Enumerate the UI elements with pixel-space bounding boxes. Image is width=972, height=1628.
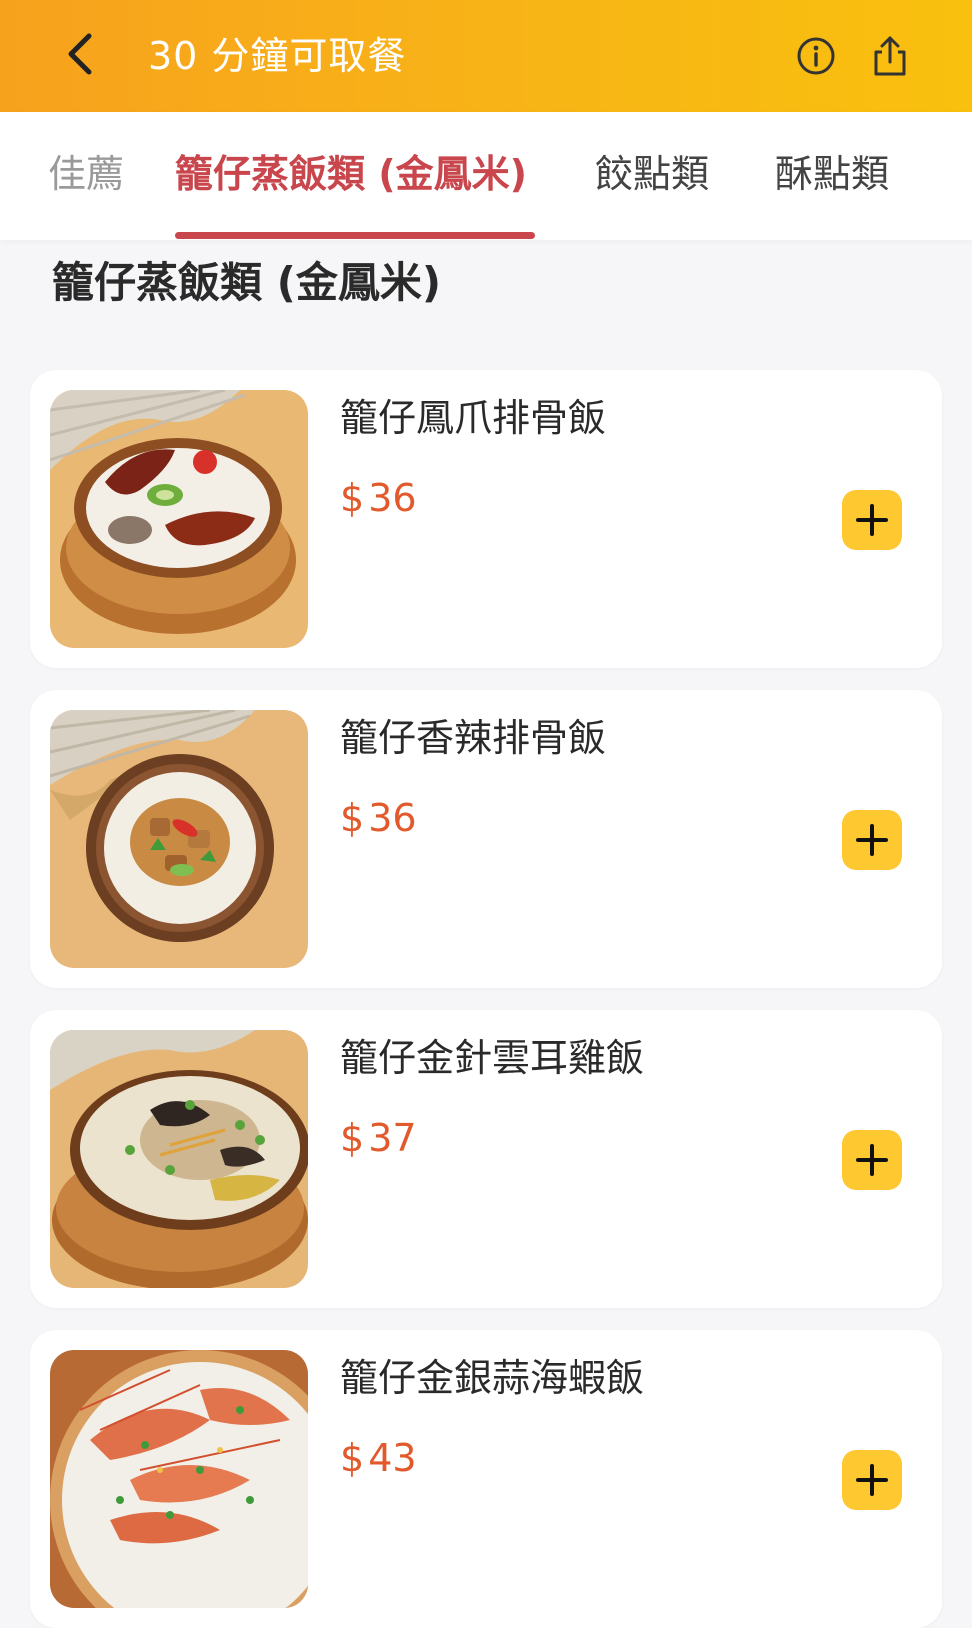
price-value: 36 [368, 476, 417, 520]
add-to-cart-button[interactable] [842, 1450, 902, 1510]
currency-symbol: $ [340, 476, 365, 520]
item-price: $37 [340, 1110, 417, 1166]
item-price: $36 [340, 790, 417, 846]
info-button[interactable] [796, 36, 836, 76]
price-value: 37 [368, 1116, 417, 1160]
food-photo [50, 1030, 308, 1288]
plus-icon [856, 504, 888, 536]
currency-symbol: $ [340, 1436, 365, 1480]
section-title: 籠仔蒸飯類 (金鳳米) [52, 258, 442, 307]
tab-dumplings[interactable]: 餃點類 [595, 146, 709, 202]
food-photo [50, 710, 308, 968]
menu-item-card[interactable]: 籠仔金銀蒜海蝦飯 $43 [30, 1330, 942, 1628]
add-to-cart-button[interactable] [842, 810, 902, 870]
plus-icon [856, 824, 888, 856]
currency-symbol: $ [340, 1116, 365, 1160]
item-price: $43 [340, 1430, 417, 1486]
add-to-cart-button[interactable] [842, 1130, 902, 1190]
tab-steamed-rice[interactable]: 籠仔蒸飯類 (金鳳米) [175, 146, 527, 202]
top-bar: 30 分鐘可取餐 [0, 0, 972, 112]
item-name: 籠仔鳳爪排骨飯 [340, 396, 607, 440]
plus-icon [856, 1144, 888, 1176]
food-photo [50, 1350, 308, 1608]
menu-item-card[interactable]: 籠仔鳳爪排骨飯 $36 [30, 370, 942, 668]
page-title: 30 分鐘可取餐 [148, 34, 407, 78]
item-name: 籠仔香辣排骨飯 [340, 716, 607, 760]
share-button[interactable] [870, 34, 910, 78]
add-to-cart-button[interactable] [842, 490, 902, 550]
active-tab-indicator [175, 232, 535, 239]
price-value: 43 [368, 1436, 417, 1480]
back-button[interactable] [58, 32, 102, 76]
menu-item-card[interactable]: 籠仔金針雲耳雞飯 $37 [30, 1010, 942, 1308]
category-tabs: 佳薦 籠仔蒸飯類 (金鳳米) 餃點類 酥點類 [0, 112, 972, 240]
plus-icon [856, 1464, 888, 1496]
item-name: 籠仔金銀蒜海蝦飯 [340, 1356, 645, 1400]
tab-recommended[interactable]: 佳薦 [48, 146, 124, 202]
item-name: 籠仔金針雲耳雞飯 [340, 1036, 645, 1080]
chevron-left-icon [68, 33, 92, 75]
tab-pastries[interactable]: 酥點類 [775, 146, 889, 202]
info-icon [797, 37, 835, 75]
item-price: $36 [340, 470, 417, 526]
share-icon [874, 36, 906, 76]
menu-item-card[interactable]: 籠仔香辣排骨飯 $36 [30, 690, 942, 988]
currency-symbol: $ [340, 796, 365, 840]
food-photo [50, 390, 308, 648]
price-value: 36 [368, 796, 417, 840]
